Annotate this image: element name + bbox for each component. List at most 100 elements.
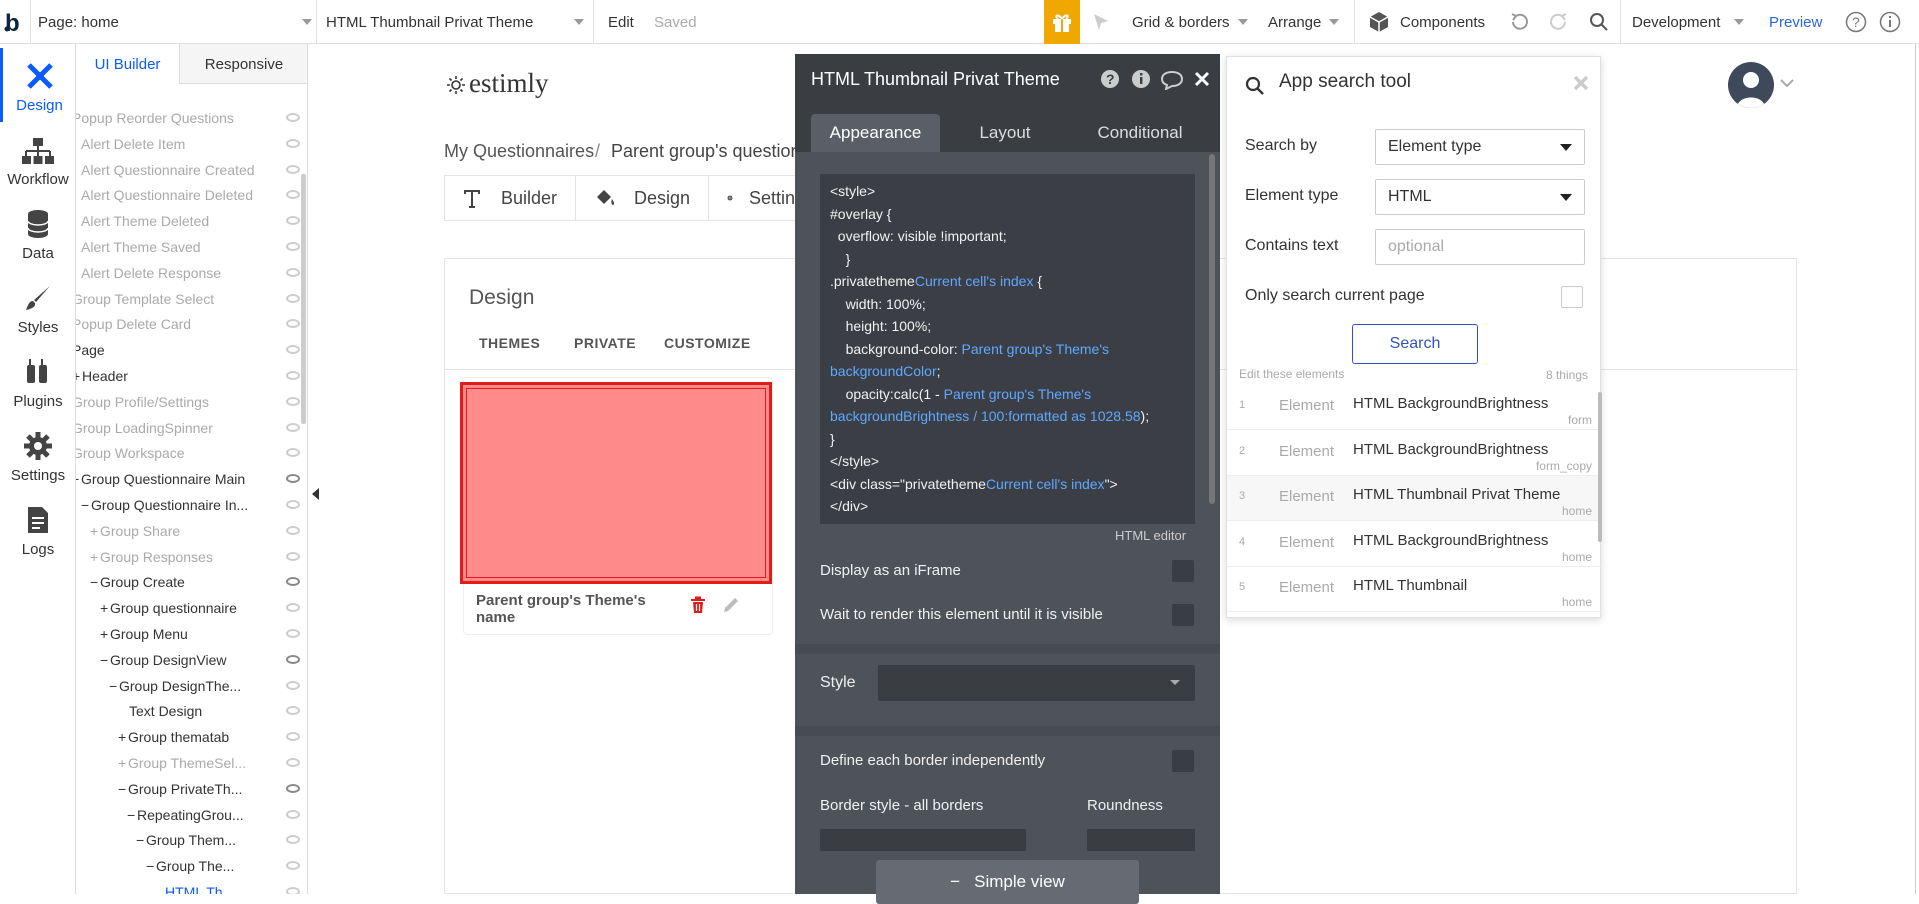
tree-item[interactable]: − Group DesignThe...: [76, 674, 307, 699]
eye-icon[interactable]: [286, 680, 300, 690]
tree-item[interactable]: − RepeatingGrou...: [76, 803, 307, 828]
nav-plugins[interactable]: Plugins: [0, 344, 76, 418]
element-selector[interactable]: HTML Thumbnail Privat Theme: [326, 0, 584, 44]
tree-item[interactable]: − Group Create: [76, 570, 307, 595]
eye-icon[interactable]: [286, 474, 300, 484]
chevron-down-icon[interactable]: [1780, 78, 1794, 88]
tree-item[interactable]: +Popup Reorder Questions: [76, 106, 307, 131]
pencil-icon[interactable]: [722, 596, 740, 614]
eye-icon[interactable]: [286, 242, 300, 251]
nav-settings[interactable]: Settings: [0, 418, 76, 492]
tree-item[interactable]: + Group questionnaire: [76, 596, 307, 621]
help-icon[interactable]: ?: [1100, 69, 1120, 89]
close-icon[interactable]: [1573, 75, 1589, 91]
expand-toggle-icon[interactable]: −: [109, 678, 119, 694]
tree-item[interactable]: +Group LoadingSpinner: [76, 416, 307, 441]
search-result-row[interactable]: 1 Element HTML BackgroundBrightness form: [1227, 385, 1602, 430]
eye-icon[interactable]: [286, 396, 300, 406]
tree-item[interactable]: Alert Delete Item: [76, 132, 307, 157]
dynamic-expression[interactable]: Current cell's index: [986, 476, 1105, 492]
search-result-row[interactable]: 4 Element HTML BackgroundBrightness home: [1227, 522, 1602, 567]
search-result-row[interactable]: 5 Element HTML Thumbnail home: [1227, 567, 1602, 612]
tree-item[interactable]: HTML Th...: [76, 880, 307, 894]
tab-ui-builder[interactable]: UI Builder: [76, 44, 180, 84]
comment-icon[interactable]: [1160, 70, 1184, 90]
tree-item[interactable]: + Group Responses: [76, 545, 307, 570]
nav-data[interactable]: Data: [0, 196, 76, 270]
tab-layout[interactable]: Layout: [945, 114, 1065, 152]
expand-toggle-icon[interactable]: +: [118, 755, 128, 771]
expand-toggle-icon[interactable]: +: [90, 523, 100, 539]
tree-item[interactable]: Alert Theme Saved: [76, 235, 307, 260]
design-tab[interactable]: Design: [576, 176, 710, 220]
theme-card[interactable]: Parent group's Theme's name: [460, 377, 773, 635]
search-button[interactable]: Search: [1352, 324, 1478, 364]
tab-appearance[interactable]: Appearance: [811, 114, 940, 152]
page-selector[interactable]: Page: home: [38, 0, 312, 44]
tab-responsive[interactable]: Responsive: [180, 44, 307, 84]
expand-toggle-icon[interactable]: −: [118, 781, 128, 797]
eye-icon[interactable]: [286, 706, 300, 716]
dynamic-expression[interactable]: backgroundBrightness / 100:formatted as …: [830, 408, 1141, 424]
info-icon[interactable]: [1131, 69, 1151, 89]
arrange-menu[interactable]: Arrange: [1268, 0, 1340, 44]
tree-item[interactable]: Alert Theme Deleted: [76, 209, 307, 234]
simple-view-button[interactable]: − Simple view: [876, 860, 1139, 904]
tree-item[interactable]: − Group DesignView: [76, 648, 307, 673]
roundness-input[interactable]: [1087, 829, 1195, 851]
gift-icon[interactable]: [1044, 0, 1080, 44]
edit-menu[interactable]: Edit: [608, 0, 634, 44]
components-button[interactable]: Components: [1368, 0, 1485, 44]
html-code-editor[interactable]: <style> #overlay { overflow: visible !imp…: [820, 174, 1195, 524]
nav-workflow[interactable]: Workflow: [0, 122, 76, 196]
eye-icon[interactable]: [286, 861, 300, 871]
eye-icon[interactable]: [286, 732, 300, 742]
trash-icon[interactable]: [690, 596, 706, 614]
dynamic-expression[interactable]: Parent group's Theme's: [944, 386, 1092, 402]
define-border-checkbox[interactable]: [1172, 750, 1194, 772]
eye-icon[interactable]: [286, 809, 300, 819]
builder-tab[interactable]: Builder: [445, 176, 577, 220]
close-icon[interactable]: [1194, 71, 1210, 87]
eye-icon[interactable]: [286, 758, 300, 767]
nav-styles[interactable]: Styles: [0, 270, 76, 344]
eye-icon[interactable]: [286, 216, 300, 226]
eye-icon[interactable]: [286, 629, 300, 638]
tree-item[interactable]: − Group Them...: [76, 828, 307, 853]
expand-toggle-icon[interactable]: +: [100, 600, 110, 616]
expand-toggle-icon[interactable]: −: [127, 807, 137, 823]
eye-icon[interactable]: [286, 113, 300, 122]
tab-themes[interactable]: THEMES: [479, 335, 540, 351]
tree-item[interactable]: + Group Share: [76, 519, 307, 544]
eye-icon[interactable]: [286, 603, 300, 613]
tree-item[interactable]: +Header: [76, 364, 307, 389]
eye-icon[interactable]: [286, 422, 300, 432]
border-style-dropdown[interactable]: [820, 829, 1026, 851]
tree-item[interactable]: + Group Menu: [76, 622, 307, 647]
cursor-icon[interactable]: [1092, 0, 1110, 44]
eye-icon[interactable]: [286, 190, 300, 200]
eye-icon[interactable]: [286, 551, 300, 561]
nav-logs[interactable]: Logs: [0, 492, 76, 566]
bubble-logo-icon[interactable]: b: [4, 0, 26, 44]
breadcrumb-root[interactable]: My Questionnaires: [444, 141, 594, 162]
only-current-checkbox[interactable]: [1561, 286, 1583, 308]
tree-item[interactable]: + Group thematab: [76, 725, 307, 750]
eye-icon[interactable]: [286, 138, 300, 148]
tree-item[interactable]: Alert Questionnaire Created: [76, 158, 307, 183]
property-editor-header[interactable]: HTML Thumbnail Privat Theme: [795, 54, 1220, 104]
tree-item[interactable]: Alert Delete Response: [76, 261, 307, 286]
tree-item[interactable]: Alert Questionnaire Deleted: [76, 183, 307, 208]
search-result-row[interactable]: 3 Element HTML Thumbnail Privat Theme home: [1227, 476, 1602, 521]
tab-conditional[interactable]: Conditional: [1075, 114, 1205, 152]
tree-item[interactable]: + Group ThemeSel...: [76, 751, 307, 776]
style-dropdown[interactable]: [878, 665, 1195, 701]
preview-button[interactable]: Preview: [1769, 0, 1822, 44]
expand-toggle-icon[interactable]: +: [118, 729, 128, 745]
grid-borders-menu[interactable]: Grid & borders: [1132, 0, 1248, 44]
element-type-dropdown[interactable]: HTML: [1375, 179, 1585, 215]
eye-icon[interactable]: [286, 887, 300, 894]
eye-icon[interactable]: [286, 319, 300, 329]
eye-icon[interactable]: [286, 267, 300, 277]
eye-icon[interactable]: [286, 835, 300, 845]
